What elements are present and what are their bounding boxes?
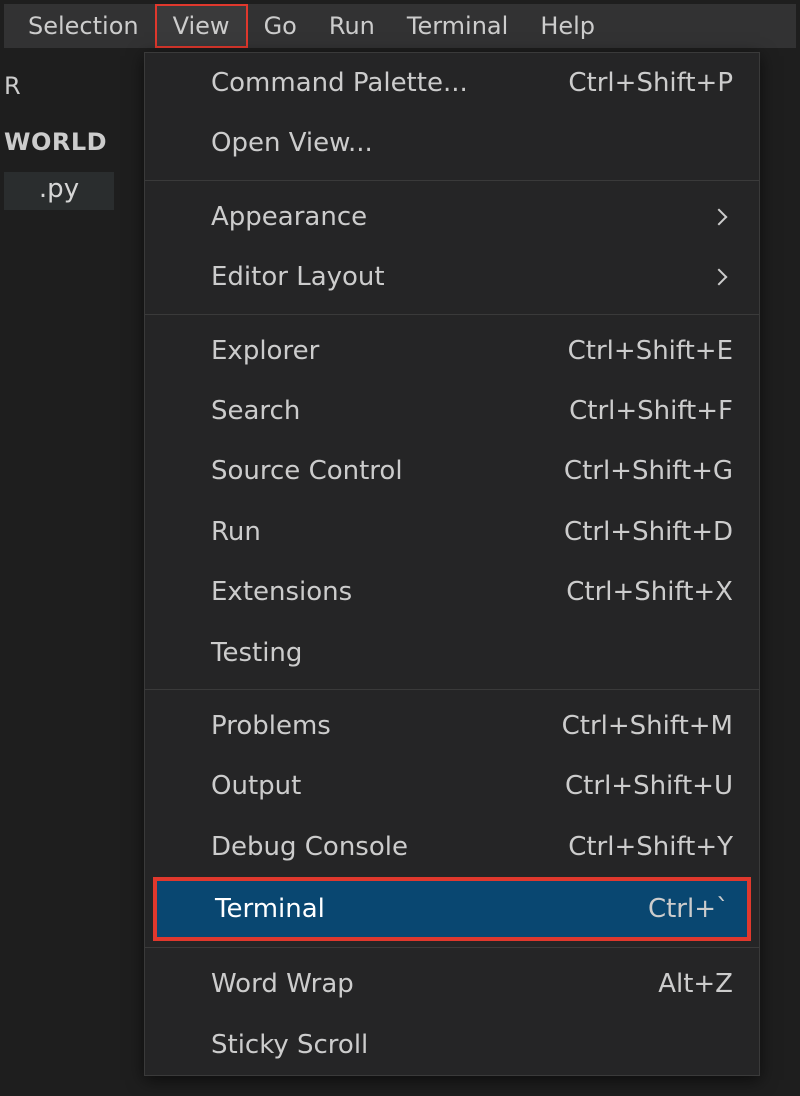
menu-run[interactable]: Run bbox=[313, 4, 391, 48]
menu-item-shortcut: Ctrl+Shift+P bbox=[568, 65, 733, 101]
menu-separator bbox=[145, 314, 759, 315]
menu-separator bbox=[145, 689, 759, 690]
menu-item-shortcut: Ctrl+Shift+F bbox=[569, 393, 733, 429]
menu-item-open-view[interactable]: Open View... bbox=[145, 113, 759, 173]
menu-item-label: Search bbox=[211, 393, 569, 429]
menu-item-run[interactable]: RunCtrl+Shift+D bbox=[145, 502, 759, 562]
menu-item-testing[interactable]: Testing bbox=[145, 623, 759, 683]
menu-item-shortcut: Ctrl+Shift+D bbox=[564, 514, 733, 550]
menu-item-source-control[interactable]: Source ControlCtrl+Shift+G bbox=[145, 441, 759, 501]
menu-item-appearance[interactable]: Appearance bbox=[145, 187, 759, 247]
view-menu-dropdown: Command Palette...Ctrl+Shift+P Open View.… bbox=[144, 52, 760, 1076]
menu-item-shortcut: Ctrl+Shift+E bbox=[568, 333, 733, 369]
menu-selection[interactable]: Selection bbox=[12, 4, 155, 48]
menu-item-shortcut: Alt+Z bbox=[658, 966, 733, 1002]
sidebar: R WORLD .py bbox=[4, 48, 144, 210]
menu-terminal[interactable]: Terminal bbox=[391, 4, 524, 48]
chevron-right-icon bbox=[711, 208, 728, 225]
menu-item-shortcut: Ctrl+Shift+M bbox=[562, 708, 733, 744]
menu-separator bbox=[145, 947, 759, 948]
menu-item-label: Extensions bbox=[211, 574, 566, 610]
menu-item-debug-console[interactable]: Debug ConsoleCtrl+Shift+Y bbox=[145, 817, 759, 877]
menu-item-output[interactable]: OutputCtrl+Shift+U bbox=[145, 756, 759, 816]
menu-item-shortcut: Ctrl+` bbox=[648, 891, 729, 927]
menu-item-label: Appearance bbox=[211, 199, 713, 235]
menu-item-editor-layout[interactable]: Editor Layout bbox=[145, 247, 759, 307]
menu-item-label: Sticky Scroll bbox=[211, 1027, 733, 1063]
sidebar-file-item[interactable]: .py bbox=[4, 172, 114, 210]
menu-item-shortcut: Ctrl+Shift+G bbox=[564, 453, 733, 489]
menu-item-problems[interactable]: ProblemsCtrl+Shift+M bbox=[145, 696, 759, 756]
menu-item-extensions[interactable]: ExtensionsCtrl+Shift+X bbox=[145, 562, 759, 622]
chevron-right-icon bbox=[711, 269, 728, 286]
menu-item-command-palette[interactable]: Command Palette...Ctrl+Shift+P bbox=[145, 53, 759, 113]
menu-item-label: Debug Console bbox=[211, 829, 568, 865]
menu-item-label: Run bbox=[211, 514, 564, 550]
menu-item-shortcut: Ctrl+Shift+Y bbox=[568, 829, 733, 865]
menu-item-label: Explorer bbox=[211, 333, 568, 369]
menu-item-label: Command Palette... bbox=[211, 65, 568, 101]
sidebar-project-name: WORLD bbox=[4, 100, 144, 156]
menubar: SelectionViewGoRunTerminalHelp bbox=[4, 4, 796, 48]
menu-separator bbox=[145, 180, 759, 181]
menu-go[interactable]: Go bbox=[248, 4, 313, 48]
menu-item-shortcut: Ctrl+Shift+X bbox=[566, 574, 733, 610]
menu-item-label: Source Control bbox=[211, 453, 564, 489]
sidebar-section-label: R bbox=[4, 48, 144, 100]
menu-item-label: Open View... bbox=[211, 125, 733, 161]
menu-item-word-wrap[interactable]: Word WrapAlt+Z bbox=[145, 954, 759, 1014]
menu-item-search[interactable]: SearchCtrl+Shift+F bbox=[145, 381, 759, 441]
menu-item-terminal[interactable]: TerminalCtrl+` bbox=[153, 877, 751, 941]
menu-item-label: Editor Layout bbox=[211, 259, 713, 295]
menu-item-shortcut: Ctrl+Shift+U bbox=[565, 768, 733, 804]
menu-item-explorer[interactable]: ExplorerCtrl+Shift+E bbox=[145, 321, 759, 381]
menu-view[interactable]: View bbox=[155, 4, 248, 48]
menu-item-label: Word Wrap bbox=[211, 966, 658, 1002]
menu-item-label: Testing bbox=[211, 635, 733, 671]
menu-item-label: Output bbox=[211, 768, 565, 804]
menu-item-label: Terminal bbox=[215, 891, 648, 927]
window-frame: SelectionViewGoRunTerminalHelp R WORLD .… bbox=[4, 4, 796, 1092]
menu-help[interactable]: Help bbox=[524, 4, 611, 48]
menu-item-sticky-scroll[interactable]: Sticky Scroll bbox=[145, 1015, 759, 1075]
menu-item-label: Problems bbox=[211, 708, 562, 744]
